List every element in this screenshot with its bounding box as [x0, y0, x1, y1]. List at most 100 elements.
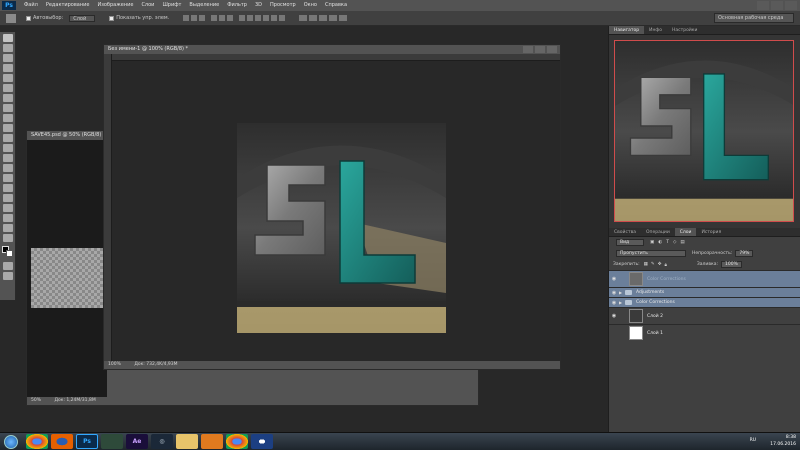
distribute-center-icon[interactable]	[271, 15, 278, 21]
brush-tool-icon[interactable]	[3, 104, 13, 112]
canvas-front[interactable]	[112, 61, 560, 361]
tab-history[interactable]: История	[696, 228, 726, 236]
path-select-tool-icon[interactable]	[3, 194, 13, 202]
cinema4d-icon[interactable]	[251, 434, 273, 449]
lock-pixels-icon[interactable]: ✎	[651, 262, 655, 267]
zoom-level-front[interactable]: 100%	[108, 362, 121, 367]
healing-tool-icon[interactable]	[3, 94, 13, 102]
distribute-middle-icon[interactable]	[247, 15, 254, 21]
chrome-2-icon[interactable]	[226, 434, 248, 449]
ruler-vertical[interactable]	[104, 54, 112, 361]
align-bottom-icon[interactable]	[199, 15, 206, 21]
marquee-tool-icon[interactable]	[3, 44, 13, 52]
system-clock[interactable]: 8:38 17.06.2016	[770, 434, 796, 448]
fill-input[interactable]: 100%	[720, 261, 742, 268]
menu-filter[interactable]: Фильтр	[223, 0, 251, 11]
file-explorer-icon[interactable]	[176, 434, 198, 449]
chrome-icon[interactable]	[26, 434, 48, 449]
media-player-icon[interactable]	[201, 434, 223, 449]
visibility-eye-icon[interactable]: ◉	[609, 276, 619, 282]
steam-icon[interactable]: ◎	[151, 434, 173, 449]
menu-window[interactable]: Окно	[300, 0, 321, 11]
blend-mode-select[interactable]: Пропустить	[616, 250, 686, 257]
menu-file[interactable]: Файл	[20, 0, 42, 11]
color-swatches[interactable]	[2, 246, 14, 258]
visibility-eye-icon[interactable]: ◉	[609, 300, 619, 306]
menu-type[interactable]: Шрифт	[158, 0, 185, 11]
history-brush-tool-icon[interactable]	[3, 124, 13, 132]
screen-mode-icon[interactable]	[3, 272, 13, 280]
blur-tool-icon[interactable]	[3, 154, 13, 162]
filter-adjust-icon[interactable]: ◐	[658, 240, 662, 245]
tab-navigator[interactable]: Навигатор	[609, 26, 645, 34]
crop-tool-icon[interactable]	[3, 74, 13, 82]
dodge-tool-icon[interactable]	[3, 164, 13, 172]
tab-info[interactable]: Инфо	[644, 26, 667, 34]
zoom-tool-icon[interactable]	[3, 224, 13, 232]
doc-close-button[interactable]	[547, 46, 557, 53]
ruler-horizontal[interactable]	[112, 54, 560, 61]
align-right-icon[interactable]	[227, 15, 234, 21]
pen-tool-icon[interactable]	[3, 174, 13, 182]
layer-group-row[interactable]: ◉ ▶ Adjustments	[609, 287, 800, 297]
menu-view[interactable]: Просмотр	[266, 0, 300, 11]
tab-layers[interactable]: Слои	[674, 228, 697, 236]
quick-mask-icon[interactable]	[3, 262, 13, 270]
3d-slide-icon[interactable]	[339, 15, 348, 21]
workspace-select[interactable]: Основная рабочая среда	[714, 13, 794, 23]
background-color-swatch[interactable]	[6, 250, 13, 257]
distribute-bottom-icon[interactable]	[255, 15, 262, 21]
filter-smart-icon[interactable]: ▤	[680, 240, 684, 245]
menu-select[interactable]: Выделение	[185, 0, 223, 11]
clone-stamp-tool-icon[interactable]	[3, 114, 13, 122]
layer-row[interactable]: Слой 1	[609, 324, 800, 341]
autoselect-checkbox[interactable]	[26, 15, 31, 21]
type-tool-icon[interactable]	[3, 184, 13, 192]
firefox-icon[interactable]	[51, 434, 73, 449]
tab-actions[interactable]: Операции	[641, 228, 675, 236]
align-left-icon[interactable]	[211, 15, 218, 21]
minimize-button[interactable]	[757, 1, 769, 10]
canvas-back[interactable]	[27, 140, 107, 399]
show-controls-checkbox[interactable]	[109, 15, 115, 21]
gradient-tool-icon[interactable]	[3, 144, 13, 152]
photoshop-icon[interactable]: Ps	[76, 434, 98, 449]
move-tool-icon[interactable]	[6, 13, 16, 23]
document-tab-front[interactable]: Без имени-1 @ 100% (RGB/8) *	[104, 45, 560, 54]
lock-position-icon[interactable]: ✥	[658, 262, 662, 267]
distribute-top-icon[interactable]	[239, 15, 246, 21]
autoselect-target-select[interactable]: Слой	[69, 14, 96, 22]
layer-row[interactable]: ◉ Слой 2	[609, 307, 800, 324]
tab-properties[interactable]: Свойства	[609, 228, 641, 236]
filter-type-icon[interactable]: T	[666, 240, 669, 245]
eyedropper-tool-icon[interactable]	[3, 84, 13, 92]
3d-roll-icon[interactable]	[319, 15, 328, 21]
lock-transparent-icon[interactable]: ▦	[644, 262, 648, 267]
quick-select-tool-icon[interactable]	[3, 64, 13, 72]
layer-kind-filter[interactable]: Вид	[616, 239, 644, 246]
menu-help[interactable]: Справка	[321, 0, 351, 11]
input-language[interactable]: RU	[750, 438, 756, 443]
menu-3d[interactable]: 3D	[251, 0, 266, 11]
after-effects-icon[interactable]: Ae	[126, 434, 148, 449]
layer-row[interactable]: ◉ Color Corrections	[609, 270, 800, 287]
lasso-tool-icon[interactable]	[3, 54, 13, 62]
navigator-preview[interactable]	[614, 40, 794, 222]
3d-mode-icon[interactable]	[299, 15, 308, 21]
distribute-left-icon[interactable]	[263, 15, 270, 21]
layer-group-row[interactable]: ◉ ▶ Color Corrections	[609, 297, 800, 307]
opacity-input[interactable]: 79%	[735, 250, 754, 257]
menu-image[interactable]: Изображение	[93, 0, 137, 11]
maximize-button[interactable]	[771, 1, 783, 10]
align-middle-icon[interactable]	[191, 15, 198, 21]
hand-tool-icon[interactable]	[3, 214, 13, 222]
tab-settings[interactable]: Настройки	[667, 26, 702, 34]
doc-minimize-button[interactable]	[523, 46, 533, 53]
3d-rotate-icon[interactable]	[309, 15, 318, 21]
more-tools-icon[interactable]	[3, 234, 13, 242]
zoom-level-back[interactable]: 50%	[31, 398, 41, 403]
close-button[interactable]	[785, 1, 797, 10]
visibility-eye-icon[interactable]: ◉	[609, 290, 619, 296]
document-window-front[interactable]: Без имени-1 @ 100% (RGB/8) * 100% Док: 7…	[103, 44, 561, 370]
eraser-tool-icon[interactable]	[3, 134, 13, 142]
